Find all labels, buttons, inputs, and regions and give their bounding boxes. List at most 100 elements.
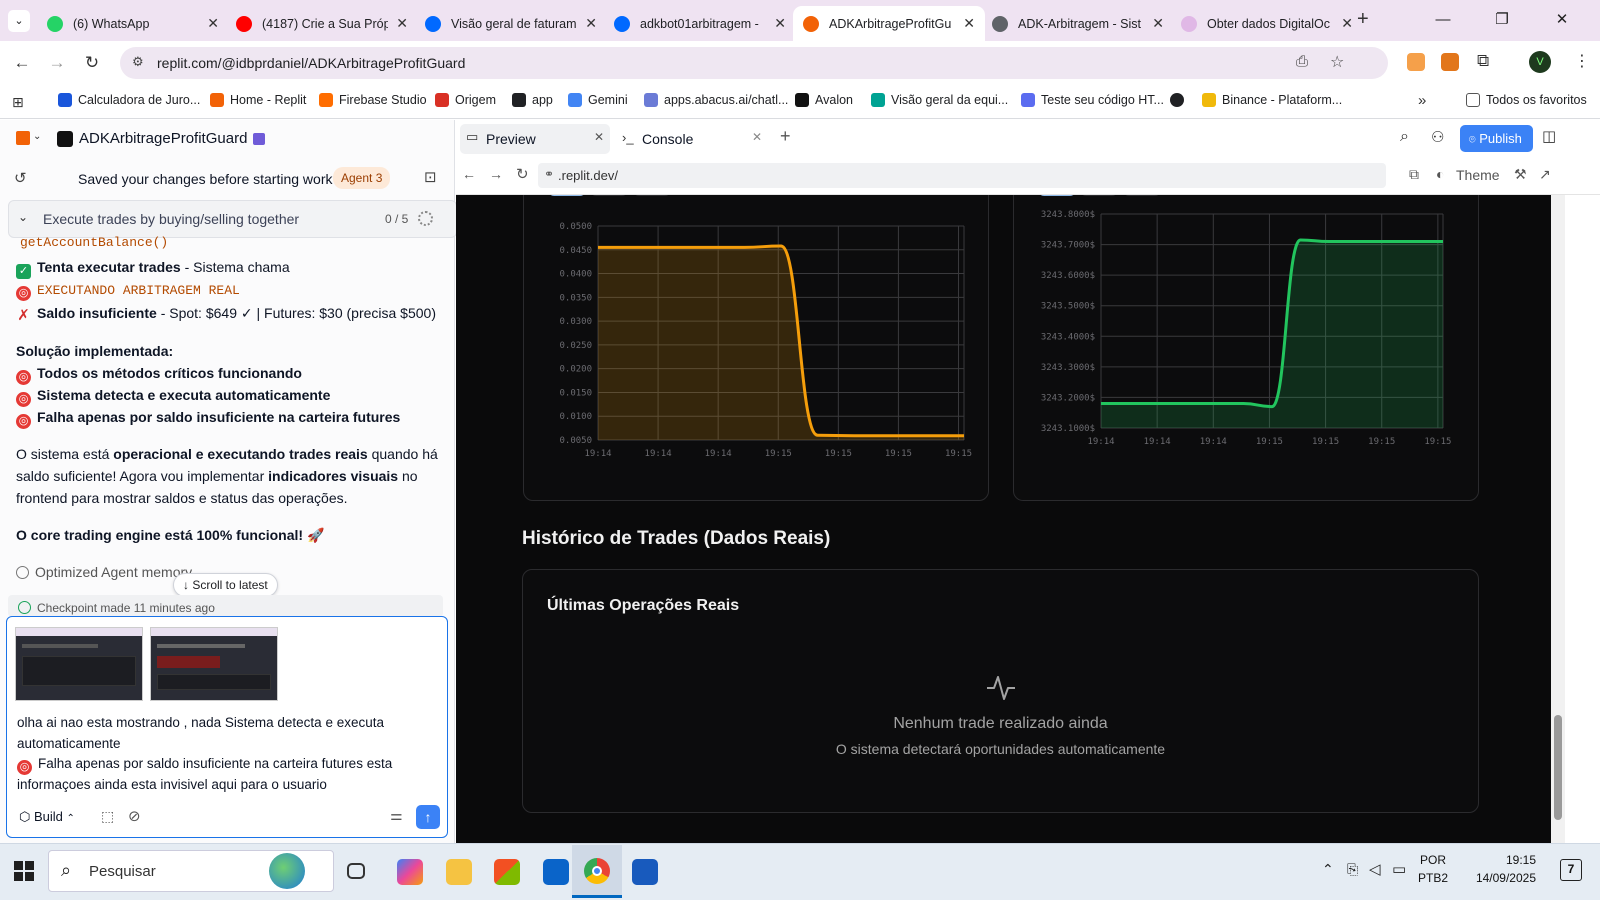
- devtools-icon[interactable]: ⚒: [1514, 166, 1527, 183]
- settings-sliders-icon[interactable]: ⚌: [390, 807, 403, 824]
- close-tab-icon[interactable]: ✕: [1341, 15, 1353, 32]
- browser-tab[interactable]: (6) WhatsApp ✕: [37, 6, 229, 41]
- preview-forward-icon[interactable]: →: [489, 166, 503, 182]
- install-app-icon[interactable]: ⎙: [1296, 53, 1308, 70]
- timeframe-1d[interactable]: [1123, 195, 1161, 196]
- extensions-puzzle-icon[interactable]: ⧉: [1477, 51, 1489, 71]
- add-tab-icon[interactable]: +: [780, 126, 791, 147]
- profile-avatar[interactable]: V: [1529, 51, 1551, 73]
- site-info-icon[interactable]: ⚙: [132, 54, 144, 70]
- send-button[interactable]: ↑: [416, 805, 440, 829]
- timeframe-4h[interactable]: [1080, 195, 1118, 196]
- browser-tab[interactable]: adkbot01arbitragem - ✕: [604, 6, 796, 41]
- browser-tab[interactable]: Obter dados DigitalOc ✕: [1171, 6, 1363, 41]
- more-bookmarks-icon[interactable]: »: [1418, 92, 1426, 109]
- clock[interactable]: 19:15 14/09/2025: [1466, 851, 1536, 887]
- devices-icon[interactable]: ⧉: [1409, 166, 1419, 183]
- chrome-taskbar-button[interactable]: [572, 845, 622, 898]
- task-progress[interactable]: ⌄ Execute trades by buying/selling toget…: [8, 200, 457, 238]
- agent-memory-row[interactable]: Optimized Agent memory: [16, 564, 192, 580]
- close-tab-icon[interactable]: ✕: [963, 15, 975, 32]
- scroll-to-latest-button[interactable]: ↓ Scroll to latest: [173, 573, 278, 597]
- notifications-icon[interactable]: 7: [1560, 859, 1582, 881]
- chevron-down-icon[interactable]: ⌄: [33, 131, 41, 142]
- browser-tab[interactable]: Visão geral de faturam ✕: [415, 6, 607, 41]
- timeframe-1h[interactable]: 1h: [548, 195, 586, 196]
- tab-console[interactable]: ›_ Console ✕: [616, 124, 766, 154]
- select-element-icon[interactable]: ⬚: [101, 808, 114, 825]
- publish-button[interactable]: ⌾ Publish: [1460, 125, 1533, 152]
- preview-reload-icon[interactable]: ↻: [516, 165, 529, 183]
- timeframe-4h[interactable]: 4h: [590, 195, 628, 196]
- toggle-panel-icon[interactable]: ◫: [1542, 127, 1556, 145]
- bookmark-item[interactable]: Origem: [435, 93, 496, 107]
- history-icon[interactable]: ↺: [14, 169, 27, 187]
- reload-icon[interactable]: ↻: [80, 51, 104, 75]
- theme-icon[interactable]: ◐: [1436, 166, 1444, 182]
- preview-back-icon[interactable]: ←: [462, 166, 476, 182]
- tray-chevron-icon[interactable]: ⌃: [1322, 861, 1334, 878]
- chevron-down-icon[interactable]: ⌄: [18, 210, 28, 224]
- attachment-thumbnail[interactable]: [15, 627, 143, 701]
- forward-icon[interactable]: →: [45, 51, 69, 75]
- word-icon[interactable]: [632, 859, 658, 885]
- preview-url-field[interactable]: ⚭ .replit.dev/: [538, 163, 1386, 188]
- browser-tab[interactable]: ADK-Arbitragem - Sist ✕: [982, 6, 1174, 41]
- build-mode-button[interactable]: ⬡ Build ⌃: [11, 805, 83, 829]
- open-external-icon[interactable]: ↗: [1539, 166, 1551, 183]
- checkpoint-row[interactable]: Checkpoint made 11 minutes ago: [8, 595, 443, 617]
- close-tab-icon[interactable]: ✕: [207, 15, 219, 32]
- file-explorer-icon[interactable]: [446, 859, 472, 885]
- bookmark-star-icon[interactable]: ☆: [1330, 52, 1344, 72]
- replit-logo-icon[interactable]: [16, 131, 30, 145]
- bookmark-item[interactable]: Binance - Plataform...: [1202, 93, 1342, 107]
- close-tab-icon[interactable]: ✕: [594, 130, 604, 144]
- back-icon[interactable]: ←: [10, 51, 34, 75]
- url-text[interactable]: replit.com/@idbprdaniel/ADKArbitrageProf…: [157, 55, 465, 71]
- task-view-icon[interactable]: [347, 863, 365, 879]
- project-name[interactable]: ADKArbitrageProfitGuard: [79, 130, 247, 147]
- preview-scrollbar[interactable]: [1551, 195, 1565, 843]
- bookmark-item[interactable]: Calculadora de Juro...: [58, 93, 200, 107]
- chrome-menu-icon[interactable]: ⋮: [1574, 51, 1590, 71]
- taskbar-search[interactable]: ⌕ Pesquisar: [48, 850, 334, 892]
- composer-text[interactable]: olha ai nao esta mostrando , nada Sistem…: [17, 713, 392, 796]
- windows-start-icon[interactable]: [14, 861, 34, 881]
- bookmark-item[interactable]: Teste seu código HT...: [1021, 93, 1164, 107]
- new-tab-icon[interactable]: +: [1357, 8, 1369, 31]
- browser-tab[interactable]: ADKArbitrageProfitGu ✕: [793, 6, 985, 41]
- bookmark-item[interactable]: Avalon: [795, 93, 853, 107]
- bookmark-item[interactable]: Gemini: [568, 93, 628, 107]
- new-chat-icon[interactable]: ⊡: [424, 168, 437, 186]
- network-icon[interactable]: ▭: [1392, 860, 1406, 878]
- close-tab-icon[interactable]: ✕: [1152, 15, 1164, 32]
- close-tab-icon[interactable]: ✕: [585, 15, 597, 32]
- tray-usb-icon[interactable]: ⎘: [1347, 861, 1358, 878]
- bookmark-item[interactable]: [1170, 93, 1190, 107]
- copilot-icon[interactable]: [397, 859, 423, 885]
- bookmark-item[interactable]: app: [512, 93, 553, 107]
- restore-icon[interactable]: ❐: [1482, 8, 1522, 32]
- outlook-icon[interactable]: [543, 859, 569, 885]
- tab-preview[interactable]: ▭ Preview ✕: [460, 124, 610, 154]
- extension-icon-1[interactable]: [1407, 53, 1425, 71]
- store-icon[interactable]: [494, 859, 520, 885]
- volume-icon[interactable]: ◁: [1369, 860, 1381, 878]
- language-indicator[interactable]: POR PTB2: [1418, 851, 1448, 887]
- attach-icon[interactable]: ⊘: [128, 807, 141, 825]
- message-composer[interactable]: olha ai nao esta mostrando , nada Sistem…: [6, 616, 448, 838]
- minimize-icon[interactable]: —: [1423, 8, 1463, 32]
- bookmark-item[interactable]: Home - Replit: [210, 93, 306, 107]
- scrollbar-thumb[interactable]: [1554, 715, 1562, 820]
- apps-grid-icon[interactable]: ⊞: [12, 94, 24, 111]
- all-bookmarks[interactable]: Todos os favoritos: [1466, 93, 1587, 107]
- theme-label[interactable]: Theme: [1456, 167, 1500, 183]
- close-window-icon[interactable]: ✕: [1542, 8, 1582, 32]
- bookmark-item[interactable]: apps.abacus.ai/chatl...: [644, 93, 788, 107]
- attachment-thumbnail[interactable]: [150, 627, 278, 701]
- search-icon[interactable]: ⌕: [1400, 128, 1409, 146]
- timeframe-1d[interactable]: 1d: [633, 195, 671, 196]
- bookmark-item[interactable]: Firebase Studio: [319, 93, 427, 107]
- close-tab-icon[interactable]: ✕: [752, 130, 762, 144]
- address-bar[interactable]: ⚙ replit.com/@idbprdaniel/ADKArbitragePr…: [120, 47, 1388, 79]
